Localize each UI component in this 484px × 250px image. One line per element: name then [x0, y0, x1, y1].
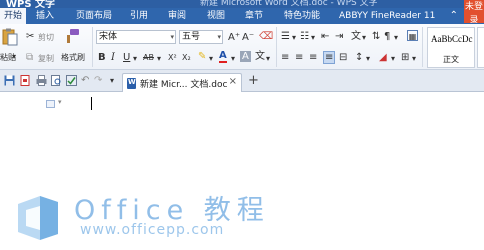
chinese-layout-dropdown-icon[interactable]: ▾ — [362, 33, 366, 42]
font-dialog-launcher-icon[interactable]: ▾ — [266, 54, 270, 63]
menu-special-features[interactable]: 特色功能 — [280, 8, 324, 24]
format-painter-icon[interactable] — [64, 28, 80, 44]
menu-section[interactable]: 章节 — [241, 8, 267, 24]
bullets-dropdown-icon[interactable]: ▾ — [292, 33, 296, 42]
group-separator — [422, 27, 423, 67]
decrease-indent-icon[interactable]: ⇤ — [321, 31, 329, 42]
underline-dropdown-icon[interactable]: ▾ — [133, 54, 137, 63]
document-tab-name: 新建 Micr... 文档.doc — [140, 80, 228, 90]
print-icon[interactable] — [36, 75, 47, 86]
strike-dropdown-icon[interactable]: ▾ — [157, 54, 161, 63]
align-left-icon[interactable]: ≡ — [281, 52, 289, 63]
chinese-layout-icon[interactable]: 文 — [351, 31, 361, 42]
bullets-icon[interactable]: ☰ — [281, 31, 290, 42]
bold-button[interactable]: B — [98, 52, 106, 63]
show-marks-icon[interactable]: ¶ — [384, 31, 390, 42]
paragraph-mark-dropdown-icon[interactable]: ▾ — [58, 98, 62, 106]
tab-bar: ↶ ↷ ▾ 新建 Micr... 文档.doc × + — [0, 70, 484, 92]
justify-icon[interactable]: ≡ — [323, 51, 336, 64]
shading-icon[interactable]: ◢ — [379, 52, 387, 63]
italic-button[interactable]: I — [111, 52, 115, 63]
chevron-down-icon: ▾ — [217, 33, 221, 41]
clear-format-icon[interactable]: ⌫ — [259, 31, 273, 42]
highlight-dropdown-icon[interactable]: ▾ — [209, 54, 213, 63]
ribbon: 粘贴 ▾ ✂ 剪切 ⧉ 复制 格式刷 宋体 ▾ 五号 ▾ A⁺ A⁻ ⌫ B I… — [0, 24, 484, 70]
phonetic-guide-button[interactable]: 文 — [255, 51, 265, 62]
font-name-select[interactable]: 宋体 ▾ — [96, 30, 176, 44]
subscript-button[interactable]: X₂ — [182, 52, 191, 63]
borders-icon[interactable]: ⊞ — [401, 52, 409, 63]
collapse-ribbon-icon[interactable]: ⌃ — [450, 8, 458, 24]
copy-icon[interactable]: ⧉ — [26, 52, 33, 63]
align-center-icon[interactable]: ≡ — [295, 52, 303, 63]
title-bar: WPS 文字 新建 Microsoft Word 文档.doc - WPS 文字 — [0, 0, 484, 8]
superscript-button[interactable]: X² — [168, 52, 177, 63]
watermark-url: www.officepp.com — [80, 222, 225, 238]
menu-insert[interactable]: 插入 — [32, 8, 58, 24]
menu-references[interactable]: 引用 — [126, 8, 152, 24]
chevron-down-icon: ▾ — [170, 33, 174, 41]
cut-icon[interactable]: ✂ — [26, 31, 34, 42]
line-spacing-icon[interactable]: ↕ — [355, 52, 363, 63]
window-title: 新建 Microsoft Word 文档.doc - WPS 文字 — [200, 0, 378, 8]
app-name: WPS 文字 — [6, 0, 56, 8]
spellcheck-icon[interactable] — [66, 75, 77, 86]
menu-review[interactable]: 审阅 — [164, 8, 190, 24]
paste-icon[interactable] — [2, 28, 18, 46]
undo-icon[interactable]: ↶ — [81, 75, 89, 86]
font-size-select[interactable]: 五号 ▾ — [179, 30, 223, 44]
paragraph-dialog-launcher-icon[interactable]: ▾ — [412, 54, 416, 63]
doc-icon — [127, 78, 136, 89]
line-spacing-dropdown-icon[interactable]: ▾ — [366, 54, 370, 63]
show-marks-dropdown-icon[interactable]: ▾ — [394, 33, 398, 42]
shading-dropdown-icon[interactable]: ▾ — [391, 54, 395, 63]
font-name-value: 宋体 — [99, 32, 118, 42]
paste-dropdown-icon[interactable]: ▾ — [12, 52, 16, 61]
menu-abbyy[interactable]: ABBYY FineReader 11 — [335, 8, 439, 24]
customize-toolbar-icon[interactable]: ▾ — [110, 76, 114, 85]
copy-label[interactable]: 复制 — [38, 53, 54, 64]
menu-bar: 开始 插入 页面布局 引用 审阅 视图 章节 特色功能 ABBYY FineRe… — [0, 8, 484, 24]
save-icon[interactable] — [4, 75, 15, 86]
export-pdf-icon[interactable] — [20, 75, 31, 86]
office-logo-watermark — [18, 196, 58, 240]
menu-page-layout[interactable]: 页面布局 — [72, 8, 116, 24]
underline-button[interactable]: U — [123, 52, 130, 63]
shrink-font-button[interactable]: A⁻ — [242, 32, 254, 43]
tab-document[interactable]: 新建 Micr... 文档.doc × — [122, 73, 242, 92]
font-color-dropdown-icon[interactable]: ▾ — [231, 54, 235, 63]
border-frame-icon[interactable]: ▦ — [407, 30, 418, 41]
char-shading-button[interactable]: A — [240, 51, 251, 62]
highlight-icon[interactable]: ✎ — [198, 51, 206, 62]
grow-font-button[interactable]: A⁺ — [228, 32, 240, 43]
style-name: 正文 — [443, 55, 459, 64]
style-sample-text: AaBbCcDc — [431, 34, 473, 44]
font-color-button[interactable]: A — [219, 51, 227, 63]
format-painter-label[interactable]: 格式刷 — [61, 52, 85, 63]
cut-label[interactable]: 剪切 — [38, 32, 54, 43]
text-cursor — [91, 97, 92, 110]
menu-view[interactable]: 视图 — [203, 8, 229, 24]
font-size-value: 五号 — [182, 32, 201, 42]
new-tab-button[interactable]: + — [248, 73, 259, 88]
redo-icon[interactable]: ↷ — [94, 75, 102, 86]
align-right-icon[interactable]: ≡ — [309, 52, 317, 63]
style-gallery-next[interactable] — [477, 27, 484, 68]
print-preview-icon[interactable] — [51, 75, 62, 86]
numbering-icon[interactable]: ☷ — [300, 31, 309, 42]
strikethrough-button[interactable]: AB — [143, 52, 154, 63]
paragraph-mark-icon[interactable] — [46, 100, 55, 108]
group-separator — [92, 27, 93, 67]
numbering-dropdown-icon[interactable]: ▾ — [311, 33, 315, 42]
group-separator — [276, 27, 277, 67]
style-normal[interactable]: AaBbCcDc 正文 — [427, 27, 475, 68]
distribute-icon[interactable]: ⊟ — [339, 52, 347, 63]
login-button[interactable]: 未登录 — [464, 0, 484, 23]
increase-indent-icon[interactable]: ⇥ — [335, 31, 343, 42]
sort-icon[interactable]: ⇅ — [372, 31, 380, 42]
menu-home[interactable]: 开始 — [0, 8, 27, 24]
close-icon[interactable]: × — [229, 76, 237, 87]
